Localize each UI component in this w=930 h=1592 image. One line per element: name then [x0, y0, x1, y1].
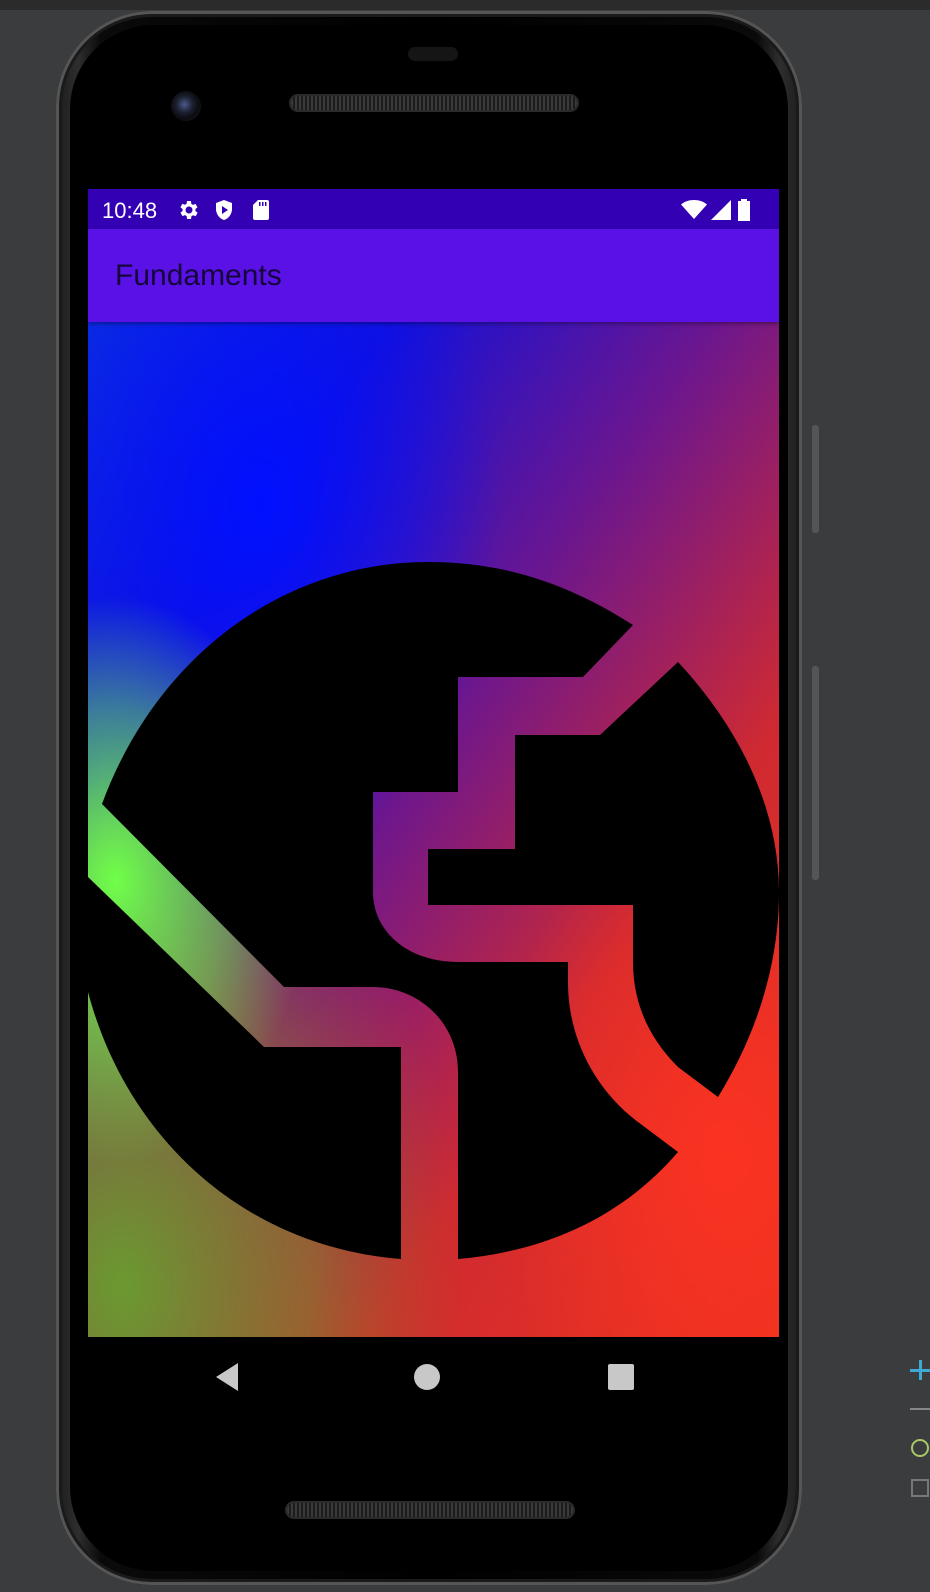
main-content	[88, 322, 779, 1337]
earpiece-speaker	[291, 96, 577, 110]
shield-play-icon	[216, 200, 232, 220]
status-clock: 10:48	[102, 198, 158, 223]
ide-top-bar	[0, 0, 930, 10]
bottom-speaker	[287, 1503, 573, 1517]
actual-size-icon[interactable]	[910, 1438, 930, 1458]
proximity-sensor	[408, 47, 458, 61]
battery-icon	[738, 199, 750, 221]
app-title: Fundaments	[115, 259, 282, 292]
fit-screen-icon[interactable]	[910, 1478, 930, 1498]
app-bar: Fundaments	[88, 229, 779, 322]
back-icon[interactable]	[208, 1355, 252, 1399]
zoom-in-icon[interactable]	[910, 1360, 930, 1380]
wifi-icon	[681, 200, 707, 219]
power-button[interactable]	[812, 425, 819, 533]
home-icon[interactable]	[405, 1355, 449, 1399]
globe-icon	[88, 562, 779, 1259]
cell-signal-icon	[711, 200, 731, 220]
volume-rocker[interactable]	[812, 666, 819, 880]
status-bar: 10:48	[88, 189, 779, 229]
zoom-out-icon[interactable]	[910, 1408, 930, 1412]
recents-icon[interactable]	[599, 1355, 643, 1399]
device-screen: 10:48 Fundaments	[88, 189, 779, 1337]
navigation-bar	[88, 1337, 779, 1417]
front-camera-icon	[171, 91, 201, 121]
sd-card-icon	[253, 200, 269, 220]
gear-icon	[180, 201, 198, 219]
